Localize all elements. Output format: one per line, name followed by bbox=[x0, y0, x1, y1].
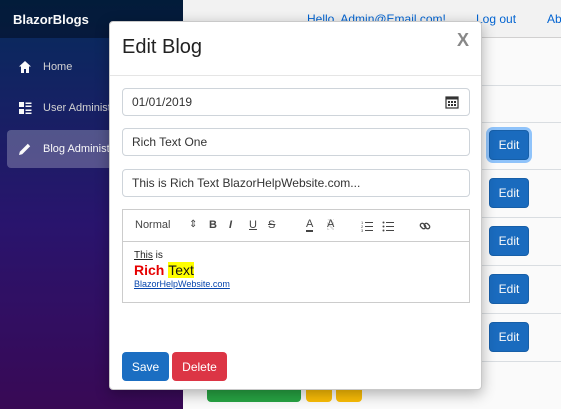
underlined-text: This bbox=[134, 250, 153, 261]
editor-link[interactable]: BlazorHelpWebsite.com bbox=[134, 279, 458, 289]
title-field[interactable]: Rich Text One bbox=[122, 128, 470, 156]
format-select-arrow-icon[interactable]: ⇕ bbox=[189, 219, 197, 230]
italic-button[interactable]: I bbox=[229, 219, 232, 231]
background-color-button[interactable]: A bbox=[327, 219, 335, 230]
strike-button[interactable]: S bbox=[268, 219, 275, 231]
date-value: 01/01/2019 bbox=[132, 95, 193, 109]
close-button[interactable]: X bbox=[457, 30, 469, 51]
bullet-list-icon[interactable] bbox=[382, 220, 394, 232]
summary-field[interactable]: This is Rich Text BlazorHelpWebsite.com.… bbox=[122, 169, 470, 197]
dialog-title: Edit Blog bbox=[122, 36, 203, 58]
red-bold-text: Rich bbox=[134, 262, 165, 278]
calendar-icon[interactable] bbox=[445, 95, 459, 109]
svg-text:3: 3 bbox=[361, 228, 364, 232]
text-color-button[interactable]: A bbox=[306, 219, 314, 232]
save-button[interactable]: Save bbox=[122, 352, 169, 381]
format-select[interactable]: Normal bbox=[135, 219, 170, 231]
bold-button[interactable]: B bbox=[209, 219, 217, 231]
editor-content[interactable]: This is Rich Text BlazorHelpWebsite.com bbox=[123, 242, 469, 297]
editor-toolbar: Normal ⇕ B I U S A A 123 bbox=[123, 210, 469, 242]
plain-text: is bbox=[152, 250, 163, 261]
editor-line: This is bbox=[134, 250, 458, 261]
highlighted-text: Text bbox=[168, 262, 194, 278]
link-icon[interactable] bbox=[419, 220, 431, 232]
delete-button[interactable]: Delete bbox=[172, 352, 227, 381]
underline-button[interactable]: U bbox=[249, 219, 257, 231]
edit-blog-dialog: Edit Blog X 01/01/2019 Rich Text One Thi… bbox=[109, 21, 482, 390]
dialog-header: Edit Blog X bbox=[110, 22, 481, 76]
editor-line: Rich Text bbox=[134, 262, 458, 278]
ordered-list-icon[interactable]: 123 bbox=[361, 220, 373, 232]
rich-text-editor: Normal ⇕ B I U S A A 123 This is Rich Te… bbox=[122, 209, 470, 303]
date-field[interactable]: 01/01/2019 bbox=[122, 88, 470, 116]
